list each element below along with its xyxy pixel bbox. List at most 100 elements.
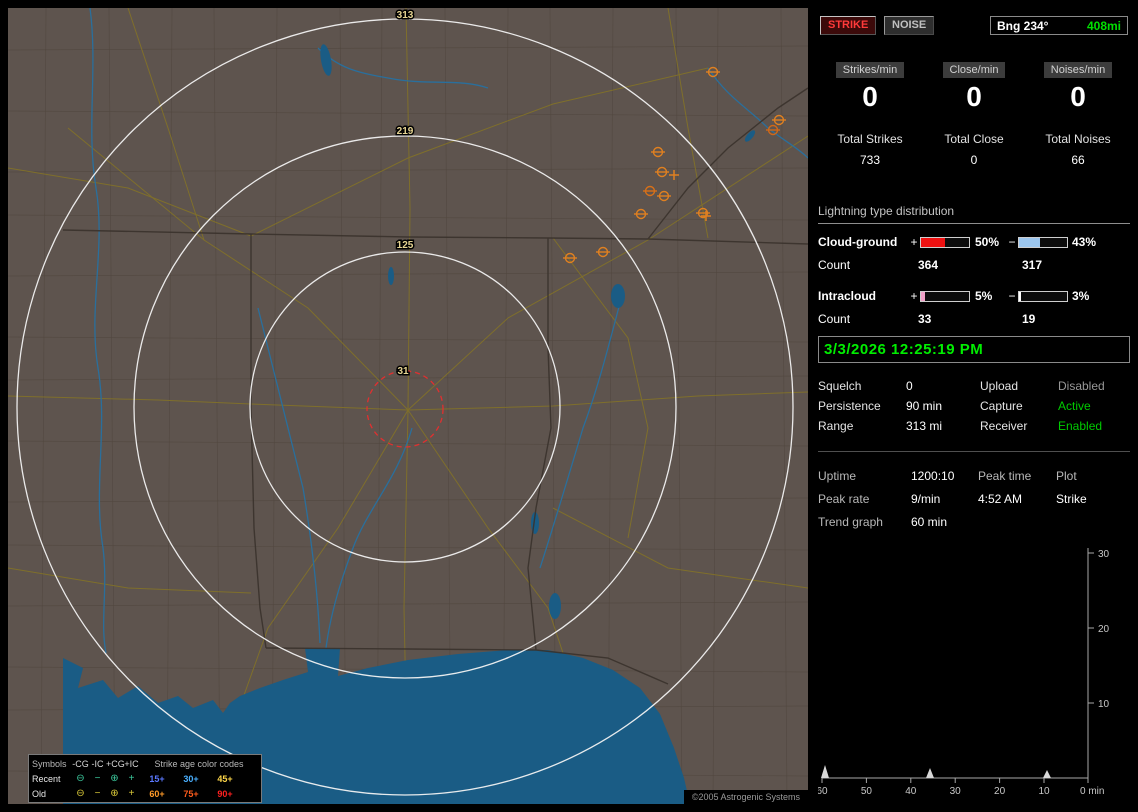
- trend-graph-label: Trend graph: [818, 514, 883, 529]
- legend-old-symbols: ⊖ − ⊕ +: [72, 788, 140, 799]
- svg-text:30: 30: [950, 786, 962, 797]
- receiver-value: Enabled: [1058, 419, 1103, 433]
- intracloud-label: Intracloud: [818, 289, 877, 303]
- legend-age-cell: 15+: [149, 773, 165, 784]
- total-close-value: 0: [970, 153, 978, 167]
- strikes-per-min: Strikes/min 0: [818, 62, 922, 113]
- legend-old-ages: 60+ 75+ 90+: [140, 789, 258, 799]
- total-strikes-label: Total Strikes: [837, 132, 903, 146]
- legend-symbol-glyph: ⊖: [76, 773, 85, 784]
- svg-text:125: 125: [397, 240, 414, 251]
- close-per-min-value: 0: [966, 81, 982, 112]
- intracloud-count-row: Count 33 19: [818, 312, 1130, 328]
- total-noises: Total Noises 66: [1026, 132, 1130, 167]
- noises-per-min-value: 0: [1070, 81, 1086, 112]
- close-per-min: Close/min 0: [922, 62, 1026, 113]
- cloud-ground-label: Cloud-ground: [818, 235, 898, 249]
- map-canvas: 313 219 125 31: [8, 8, 808, 804]
- noise-mode-button[interactable]: NOISE: [884, 16, 935, 35]
- copyright-text: ©2005 Astrogenic Systems: [683, 790, 808, 804]
- bearing-range: 408mi: [1086, 18, 1121, 33]
- strikes-per-min-label: Strikes/min: [835, 62, 905, 78]
- status-panel: STRIKE NOISE Bng 234° 408mi Strikes/min …: [818, 8, 1130, 804]
- receiver-status-block: Squelch 0 Upload Disabled Persistence 90…: [818, 376, 1130, 436]
- legend-age-cell: 75+: [183, 788, 199, 799]
- peak-time-label: Peak time: [978, 468, 1032, 483]
- legend-age-title: Strike age color codes: [154, 758, 244, 769]
- uptime-value: 1200:10: [911, 468, 955, 483]
- legend-col-pos-ic: +IC: [124, 758, 139, 769]
- rate-counters: Strikes/min 0 Close/min 0 Noises/min 0: [818, 62, 1130, 113]
- strike-mode-button[interactable]: STRIKE: [820, 16, 877, 35]
- status-row-persistence: Persistence 90 min Capture Active: [818, 396, 1130, 416]
- squelch-label: Squelch: [818, 379, 862, 393]
- capture-label: Capture: [980, 399, 1023, 413]
- legend-symbols-label: Symbols: [32, 758, 67, 769]
- status-row-range: Range 313 mi Receiver Enabled: [818, 416, 1130, 436]
- count-label: Count: [818, 258, 851, 272]
- range-label: Range: [818, 419, 854, 433]
- section-divider: [818, 451, 1130, 452]
- ic-minus-pct: 3%: [1072, 289, 1090, 303]
- ic-minus-count: 19: [1022, 312, 1036, 326]
- distribution-title: Lightning type distribution: [818, 204, 1130, 224]
- cloud-ground-count-row: Count 364 317: [818, 258, 1130, 274]
- stats-row-peakrate: Peak rate 9/min 4:52 AM Strike: [818, 487, 1130, 510]
- stats-row-trend: Trend graph 60 min: [818, 510, 1130, 533]
- cg-minus-count: 317: [1022, 258, 1043, 272]
- close-per-min-label: Close/min: [942, 62, 1006, 78]
- status-row-squelch: Squelch 0 Upload Disabled: [818, 376, 1130, 396]
- cg-plus-count: 364: [918, 258, 939, 272]
- plus-sign: +: [910, 235, 918, 249]
- legend-recent-label: Recent: [32, 773, 61, 784]
- stats-row-uptime: Uptime 1200:10 Peak time Plot: [818, 464, 1130, 487]
- total-strikes-value: 733: [859, 153, 881, 167]
- total-strikes: Total Strikes 733: [818, 132, 922, 167]
- upload-label: Upload: [980, 379, 1019, 393]
- strikes-per-min-value: 0: [862, 81, 878, 112]
- svg-text:31: 31: [397, 366, 409, 377]
- plus-sign: +: [910, 289, 918, 303]
- intracloud-row: Intracloud + 5% − 3%: [818, 288, 1130, 304]
- legend-symbol-glyph: +: [128, 773, 135, 784]
- ic-minus-bar: [1018, 290, 1068, 302]
- ic-plus-count: 33: [918, 312, 932, 326]
- svg-text:30: 30: [1098, 549, 1110, 560]
- total-close: Total Close 0: [922, 132, 1026, 167]
- svg-text:20: 20: [994, 786, 1006, 797]
- cg-minus-pct: 43%: [1072, 235, 1097, 249]
- capture-value: Active: [1058, 399, 1091, 413]
- legend-symbol-glyph: −: [94, 773, 101, 784]
- cloud-ground-row: Cloud-ground + 50% − 43%: [818, 234, 1130, 250]
- legend-col-pos-cg: +CG: [106, 758, 125, 769]
- legend-age-cell: 45+: [217, 773, 233, 784]
- peak-rate-value: 9/min: [911, 491, 941, 506]
- svg-text:10: 10: [1038, 786, 1050, 797]
- ic-plus-bar: [920, 290, 970, 302]
- legend-symbol-glyph: ⊕: [110, 788, 119, 799]
- map-legend: Symbols -CG -IC +CG +IC Strike age color…: [28, 754, 262, 803]
- receiver-label: Receiver: [980, 419, 1028, 433]
- total-noises-value: 66: [1071, 153, 1085, 167]
- legend-recent-symbols: ⊖ − ⊕ +: [72, 773, 140, 784]
- svg-text:219: 219: [397, 126, 414, 137]
- datetime-display: 3/3/2026 12:25:19 PM: [818, 336, 1130, 363]
- legend-recent-ages: 15+ 30+ 45+: [140, 774, 258, 784]
- persistence-value: 90 min: [906, 399, 943, 413]
- lightning-map[interactable]: 313 219 125 31 Symbols -CG -IC +CG +IC Stri…: [8, 8, 808, 804]
- peak-rate-label: Peak rate: [818, 491, 870, 506]
- bearing-box: Bng 234° 408mi: [990, 16, 1128, 35]
- ic-plus-pct: 5%: [975, 289, 993, 303]
- minus-sign: −: [1008, 289, 1016, 303]
- legend-symbol-glyph: ⊕: [110, 773, 119, 784]
- svg-text:313: 313: [397, 10, 414, 21]
- range-value: 313 mi: [906, 419, 943, 433]
- peak-time-value: 4:52 AM: [978, 491, 1023, 506]
- trend-graph: 30 20 10 60 50 40 30 20 10 0 min: [818, 548, 1110, 797]
- legend-symbol-glyph: +: [128, 788, 135, 799]
- svg-text:40: 40: [905, 786, 917, 797]
- noises-per-min-label: Noises/min: [1043, 62, 1113, 78]
- upload-value: Disabled: [1058, 379, 1105, 393]
- count-label: Count: [818, 312, 851, 326]
- legend-old-label: Old: [32, 788, 47, 799]
